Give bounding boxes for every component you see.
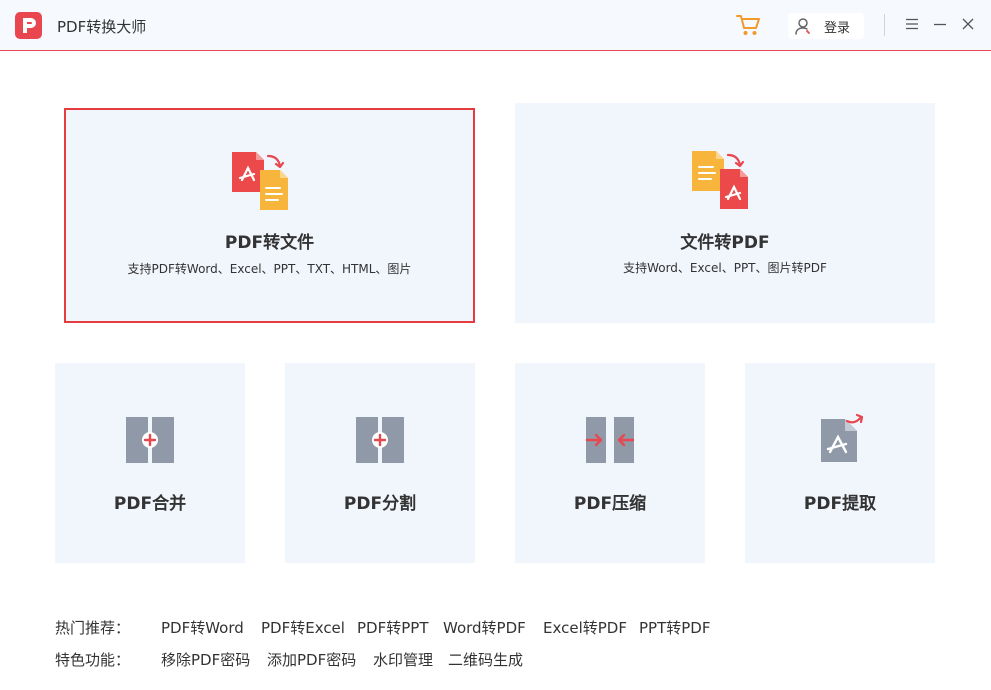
app-title: PDF转换大师: [57, 18, 147, 36]
hot-link-pdf-to-word[interactable]: PDF转Word: [161, 617, 244, 638]
pdf-to-file-card[interactable]: PDF转文件 支持PDF转Word、Excel、PPT、TXT、HTML、图片: [64, 108, 475, 323]
card-description: 支持PDF转Word、Excel、PPT、TXT、HTML、图片: [127, 262, 412, 276]
card-title: PDF分割: [343, 494, 417, 514]
login-label: 登录: [824, 21, 851, 36]
pdf-split-card[interactable]: PDF分割: [285, 363, 475, 563]
features-label: 特色功能：: [55, 651, 131, 669]
hot-link-ppt-to-pdf[interactable]: PPT转PDF: [639, 617, 710, 638]
feature-link-watermark[interactable]: 水印管理: [373, 649, 433, 670]
hot-recommend-label: 热门推荐：: [55, 619, 131, 637]
pdf-extract-card[interactable]: PDF提取: [745, 363, 935, 563]
card-description: 支持Word、Excel、PPT、图片转PDF: [623, 261, 827, 275]
card-title: PDF提取: [803, 494, 877, 514]
user-icon: [793, 16, 813, 36]
title-bar: PDF转换大师 登录: [0, 0, 991, 51]
minimize-icon[interactable]: [932, 16, 948, 32]
hot-link-excel-to-pdf[interactable]: Excel转PDF: [543, 617, 627, 638]
hot-link-word-to-pdf[interactable]: Word转PDF: [443, 617, 526, 638]
pdf-merge-card[interactable]: PDF合并: [55, 363, 245, 563]
pdf-to-file-icon: [232, 152, 302, 214]
hot-link-pdf-to-ppt[interactable]: PDF转PPT: [357, 617, 428, 638]
merge-icon: [125, 416, 175, 466]
extract-icon: [819, 413, 869, 463]
app-logo-icon: [15, 12, 42, 39]
card-title: 文件转PDF: [680, 233, 770, 253]
pdf-compress-card[interactable]: PDF压缩: [515, 363, 705, 563]
card-title: PDF压缩: [573, 494, 647, 514]
shopping-cart-icon[interactable]: [735, 13, 761, 37]
file-to-pdf-icon: [692, 151, 762, 213]
feature-link-remove-password[interactable]: 移除PDF密码: [161, 649, 250, 670]
split-icon: [355, 416, 405, 466]
card-title: PDF转文件: [224, 233, 315, 253]
feature-link-qrcode[interactable]: 二维码生成: [448, 649, 523, 670]
login-button[interactable]: 登录: [788, 13, 864, 39]
close-icon[interactable]: [960, 16, 976, 32]
file-to-pdf-card[interactable]: 文件转PDF 支持Word、Excel、PPT、图片转PDF: [515, 103, 935, 323]
compress-icon: [585, 416, 635, 466]
titlebar-divider: [884, 14, 885, 36]
menu-icon[interactable]: [904, 16, 920, 32]
feature-link-add-password[interactable]: 添加PDF密码: [267, 649, 356, 670]
card-title: PDF合并: [113, 494, 187, 514]
hot-link-pdf-to-excel[interactable]: PDF转Excel: [261, 617, 345, 638]
